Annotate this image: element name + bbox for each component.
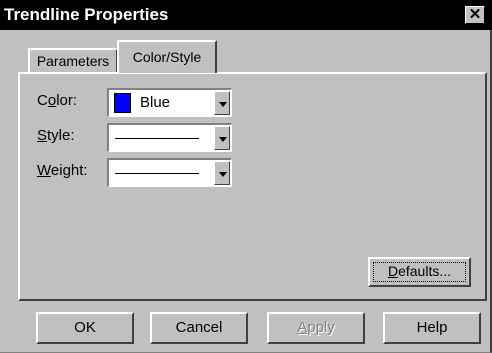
close-button[interactable]: ✕ <box>465 6 485 24</box>
defaults-button[interactable]: Defaults... <box>368 257 471 287</box>
weight-label: Weight: <box>37 162 88 179</box>
color-label: Color: <box>37 92 78 109</box>
style-dropdown-button[interactable] <box>214 126 230 150</box>
weight-line-sample <box>115 173 199 174</box>
chevron-down-icon <box>219 137 227 142</box>
color-value: Blue <box>140 94 171 111</box>
color-dropdown-button[interactable] <box>214 91 230 115</box>
color-dropdown[interactable]: Blue <box>107 88 232 117</box>
close-icon: ✕ <box>468 6 482 23</box>
chevron-down-icon <box>219 172 227 177</box>
ok-button[interactable]: OK <box>36 312 134 344</box>
weight-dropdown[interactable] <box>107 158 232 187</box>
title-bar: Trendline Properties ✕ <box>0 0 492 30</box>
focus-rectangle <box>373 262 466 282</box>
tab-parameters[interactable]: Parameters <box>28 48 118 72</box>
color-swatch <box>114 93 131 113</box>
style-line-sample <box>115 138 199 139</box>
weight-dropdown-button[interactable] <box>214 161 230 185</box>
style-label: Style: <box>37 127 75 144</box>
trendline-properties-dialog: Trendline Properties ✕ Parameters Color/… <box>0 0 492 353</box>
cancel-button[interactable]: Cancel <box>150 312 248 344</box>
chevron-down-icon <box>219 102 227 107</box>
apply-button[interactable]: Apply <box>267 312 365 344</box>
style-dropdown[interactable] <box>107 123 232 152</box>
tab-color-style[interactable]: Color/Style <box>117 40 217 73</box>
dialog-title: Trendline Properties <box>4 5 169 24</box>
help-button[interactable]: Help <box>383 312 481 344</box>
